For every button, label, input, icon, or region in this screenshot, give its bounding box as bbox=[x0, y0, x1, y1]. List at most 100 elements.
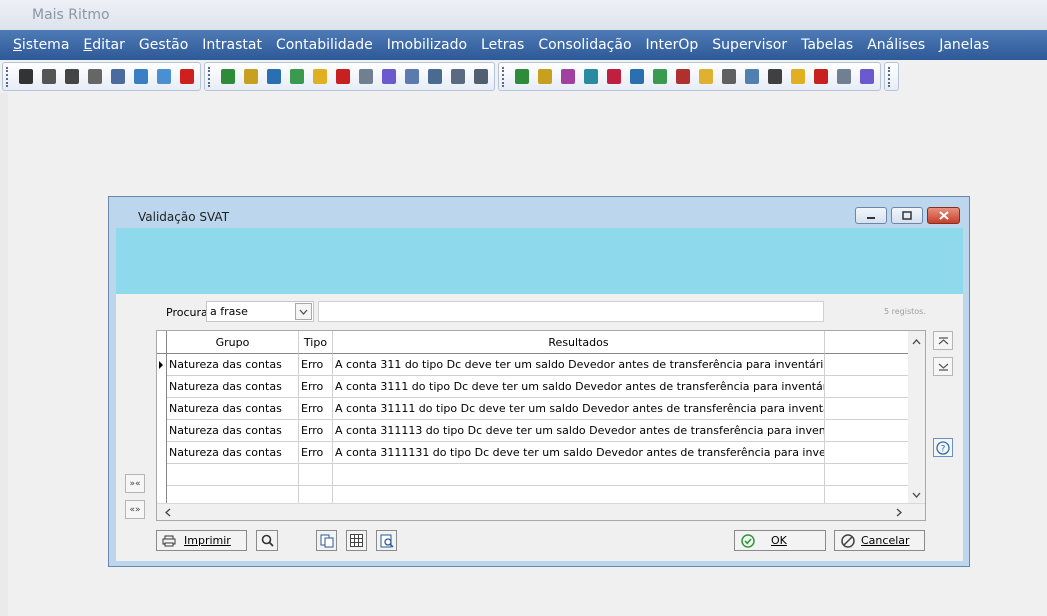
toolbar-button-3-9[interactable] bbox=[695, 66, 716, 87]
menu-intrastat[interactable]: Intrastat bbox=[195, 30, 269, 60]
expand-columns-button[interactable]: »« bbox=[125, 474, 145, 493]
column-header-tipo[interactable]: Tipo bbox=[299, 331, 333, 354]
toolbar-button-1-1[interactable] bbox=[15, 66, 36, 87]
toolbar-button-3-15[interactable] bbox=[833, 66, 854, 87]
cell-extra[interactable] bbox=[825, 420, 910, 442]
toolbar-button-3-5[interactable] bbox=[603, 66, 624, 87]
cell-extra[interactable] bbox=[825, 442, 910, 464]
toolbar-button-2-5[interactable] bbox=[309, 66, 330, 87]
search-input[interactable] bbox=[318, 301, 824, 322]
menu-contabilidade[interactable]: Contabilidade bbox=[269, 30, 380, 60]
maximize-button[interactable] bbox=[891, 207, 923, 224]
toolbar-grip[interactable] bbox=[502, 66, 506, 87]
toolbar-button-3-10[interactable] bbox=[718, 66, 739, 87]
toolbar-button-3-8[interactable] bbox=[672, 66, 693, 87]
toolbar-button-3-16[interactable] bbox=[856, 66, 877, 87]
row-indicator[interactable] bbox=[157, 354, 167, 376]
scroll-up-icon[interactable] bbox=[908, 333, 925, 350]
cell-tipo[interactable]: Erro bbox=[299, 376, 333, 398]
menu-letras[interactable]: Letras bbox=[474, 30, 531, 60]
toolbar-button-2-6[interactable] bbox=[332, 66, 353, 87]
toolbar-button-2-9[interactable] bbox=[401, 66, 422, 87]
toolbar-button-2-3[interactable] bbox=[263, 66, 284, 87]
toolbar-button-3-6[interactable] bbox=[626, 66, 647, 87]
move-top-button[interactable] bbox=[933, 331, 953, 350]
vertical-scrollbar[interactable] bbox=[908, 331, 925, 504]
toolbar-button-1-3[interactable] bbox=[61, 66, 82, 87]
scroll-down-icon[interactable] bbox=[908, 486, 925, 503]
toolbar-button-3-2[interactable] bbox=[534, 66, 555, 87]
toolbar-button-3-4[interactable] bbox=[580, 66, 601, 87]
toolbar-button-3-11[interactable] bbox=[741, 66, 762, 87]
cell-extra[interactable] bbox=[825, 376, 910, 398]
copy-button[interactable] bbox=[316, 530, 337, 551]
toolbar-button-1-5[interactable] bbox=[107, 66, 128, 87]
toolbar-button-1-7[interactable] bbox=[153, 66, 174, 87]
menu-editar[interactable]: Editar bbox=[76, 30, 131, 60]
chevron-down-icon[interactable] bbox=[295, 303, 312, 320]
toolbar-button-2-11[interactable] bbox=[447, 66, 468, 87]
toolbar-button-2-8[interactable] bbox=[378, 66, 399, 87]
search-button[interactable] bbox=[256, 530, 278, 551]
cell-tipo[interactable]: Erro bbox=[299, 398, 333, 420]
toolbar-button-2-4[interactable] bbox=[286, 66, 307, 87]
cancel-button[interactable]: Cancelar bbox=[834, 530, 925, 551]
cell-resultado[interactable]: A conta 311113 do tipo Dc deve ter um sa… bbox=[333, 420, 825, 442]
toolbar-button-1-4[interactable] bbox=[84, 66, 105, 87]
menu-gestao[interactable]: Gestão bbox=[132, 30, 195, 60]
row-indicator[interactable] bbox=[157, 376, 167, 398]
calculator-button[interactable] bbox=[346, 530, 367, 551]
cell-tipo[interactable]: Erro bbox=[299, 354, 333, 376]
toolbar-button-2-10[interactable] bbox=[424, 66, 445, 87]
print-button[interactable]: Imprimir bbox=[156, 530, 247, 551]
menu-analises[interactable]: Análises bbox=[860, 30, 932, 60]
help-button[interactable]: ? bbox=[933, 438, 953, 457]
column-header-grupo[interactable]: Grupo bbox=[167, 331, 299, 354]
cell-grupo[interactable]: Natureza das contas bbox=[167, 354, 299, 376]
scroll-left-icon[interactable] bbox=[159, 504, 176, 520]
cell-resultado[interactable]: A conta 3111131 do tipo Dc deve ter um s… bbox=[333, 442, 825, 464]
menu-consolidacao[interactable]: Consolidação bbox=[531, 30, 638, 60]
menu-sistema[interactable]: Sistema bbox=[6, 30, 76, 60]
toolbar-button-1-2[interactable] bbox=[38, 66, 59, 87]
menu-tabelas[interactable]: Tabelas bbox=[794, 30, 860, 60]
cell-grupo[interactable]: Natureza das contas bbox=[167, 398, 299, 420]
cell-resultado[interactable]: A conta 3111 do tipo Dc deve ter um sald… bbox=[333, 376, 825, 398]
scroll-right-icon[interactable] bbox=[890, 504, 907, 520]
ok-button[interactable]: OK bbox=[734, 530, 826, 551]
toolbar-button-3-1[interactable] bbox=[511, 66, 532, 87]
cell-grupo[interactable]: Natureza das contas bbox=[167, 442, 299, 464]
toolbar-button-2-2[interactable] bbox=[240, 66, 261, 87]
toolbar-button-3-7[interactable] bbox=[649, 66, 670, 87]
toolbar-button-2-7[interactable] bbox=[355, 66, 376, 87]
menu-supervisor[interactable]: Supervisor bbox=[705, 30, 794, 60]
toolbar-button-2-1[interactable] bbox=[217, 66, 238, 87]
menu-interop[interactable]: InterOp bbox=[639, 30, 706, 60]
toolbar-button-1-8[interactable] bbox=[176, 66, 197, 87]
toolbar-button-1-6[interactable] bbox=[130, 66, 151, 87]
cell-grupo[interactable]: Natureza das contas bbox=[167, 376, 299, 398]
toolbar-grip[interactable] bbox=[6, 66, 10, 87]
menu-janelas[interactable]: Janelas bbox=[932, 30, 996, 60]
cell-grupo[interactable]: Natureza das contas bbox=[167, 420, 299, 442]
toolbar-button-3-14[interactable] bbox=[810, 66, 831, 87]
cell-extra[interactable] bbox=[825, 354, 910, 376]
toolbar-button-3-3[interactable] bbox=[557, 66, 578, 87]
column-header-resultados[interactable]: Resultados bbox=[333, 331, 825, 354]
close-button[interactable] bbox=[927, 207, 960, 224]
search-mode-select[interactable]: a frase bbox=[206, 301, 314, 322]
toolbar-grip[interactable] bbox=[208, 66, 212, 87]
cell-tipo[interactable]: Erro bbox=[299, 420, 333, 442]
cell-resultado[interactable]: A conta 31111 do tipo Dc deve ter um sal… bbox=[333, 398, 825, 420]
preview-button[interactable] bbox=[376, 530, 397, 551]
cell-extra[interactable] bbox=[825, 398, 910, 420]
collapse-columns-button[interactable]: «» bbox=[125, 500, 145, 519]
cell-resultado[interactable]: A conta 311 do tipo Dc deve ter um saldo… bbox=[333, 354, 825, 376]
move-bottom-button[interactable] bbox=[933, 357, 953, 376]
row-indicator[interactable] bbox=[157, 442, 167, 464]
row-indicator[interactable] bbox=[157, 398, 167, 420]
minimize-button[interactable] bbox=[855, 207, 887, 224]
menu-imobilizado[interactable]: Imobilizado bbox=[380, 30, 474, 60]
row-indicator[interactable] bbox=[157, 464, 167, 486]
horizontal-scrollbar[interactable] bbox=[157, 503, 925, 520]
